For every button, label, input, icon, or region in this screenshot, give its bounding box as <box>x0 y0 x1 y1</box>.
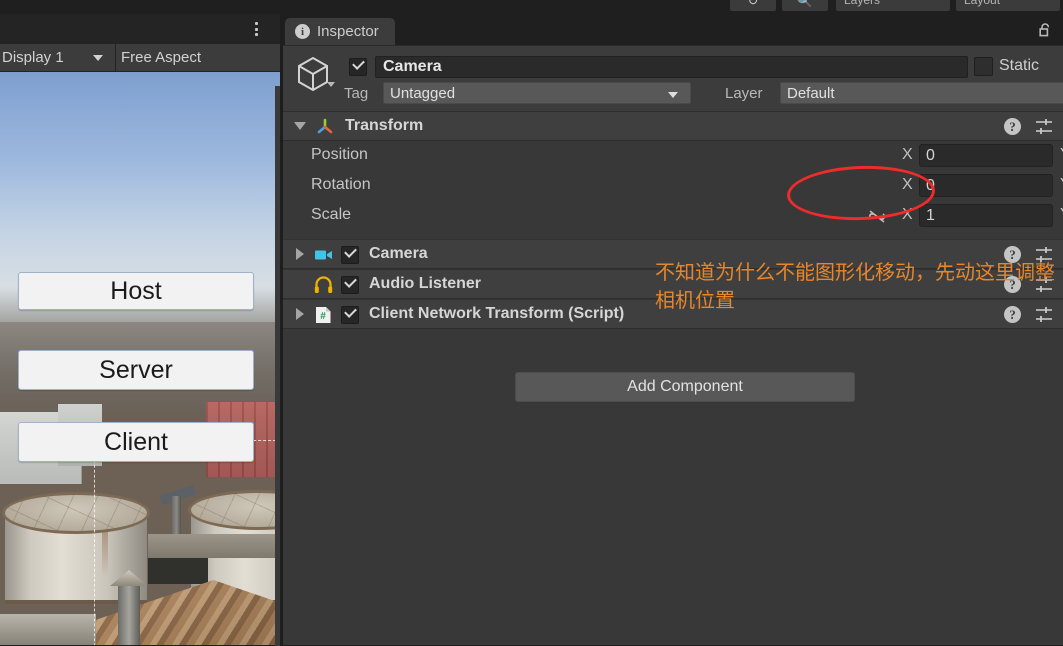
tab-inspector[interactable]: i Inspector <box>285 18 395 45</box>
preset-settings-icon[interactable] <box>1035 118 1053 135</box>
broken-link-icon[interactable] <box>867 209 887 224</box>
static-checkbox[interactable] <box>974 57 993 76</box>
gameobject-enabled-checkbox[interactable] <box>349 57 367 76</box>
host-button[interactable]: Host <box>18 272 254 310</box>
scene-storage-tank-1-top-grid <box>2 492 150 534</box>
layers-dropdown[interactable]: Layers <box>836 0 950 11</box>
svg-text:#: # <box>320 311 326 322</box>
top-toolbar: ↻ 🔍 Layers Layout <box>0 0 1063 14</box>
static-label: Static <box>999 57 1040 74</box>
scale-x-field[interactable]: 1 <box>919 204 1053 227</box>
help-icon[interactable]: ? <box>1004 246 1021 263</box>
aspect-ratio-dropdown[interactable]: Free Aspect <box>116 44 280 71</box>
position-x-field[interactable]: 0 <box>919 144 1053 167</box>
headphones-icon <box>314 276 333 293</box>
display-dropdown-label: Display 1 <box>2 49 64 66</box>
inspector-panel: i Inspector Camera Static Tag Untagged L… <box>283 14 1063 645</box>
preset-settings-icon[interactable] <box>1035 246 1053 263</box>
server-button[interactable]: Server <box>18 350 254 390</box>
tag-dropdown[interactable]: Untagged <box>383 82 691 104</box>
audio-listener-enabled-checkbox[interactable] <box>341 275 359 294</box>
inspector-body: Camera Static Tag Untagged Layer Default… <box>283 45 1063 645</box>
transform-row-scale: Scale X 1 Y 1 Z 1 <box>283 201 1063 231</box>
axis-x-label: X <box>902 176 913 193</box>
display-dropdown[interactable]: Display 1 <box>0 44 116 71</box>
gameobject-cube-icon <box>298 56 328 92</box>
add-component-button[interactable]: Add Component <box>515 372 855 402</box>
transform-row-rotation: Rotation X 0 Y 0 Z 0 <box>283 171 1063 201</box>
inspector-tab-label: Inspector <box>317 23 379 40</box>
transform-row-position: Position X 0 Y 2.35 Z 0 <box>283 141 1063 171</box>
kebab-menu-icon[interactable] <box>250 20 262 38</box>
component-row-camera[interactable]: Camera ? <box>283 239 1063 269</box>
game-view-render[interactable]: Host Server Client <box>0 72 280 645</box>
info-icon: i <box>295 24 310 39</box>
scene-shadow-gap <box>148 558 208 584</box>
chevron-down-icon <box>668 92 678 98</box>
layout-dropdown[interactable]: Layout <box>956 0 1060 11</box>
layer-label: Layer <box>725 85 763 102</box>
gameobject-header: Camera Static Tag Untagged Layer Default <box>283 46 1063 112</box>
video-camera-icon <box>315 250 332 260</box>
search-button[interactable]: 🔍 <box>782 0 828 11</box>
preset-settings-icon[interactable] <box>1035 306 1053 323</box>
transform-axis-gizmo-icon <box>317 118 333 134</box>
gameobject-icon-caret[interactable] <box>327 82 335 87</box>
tag-value: Untagged <box>390 85 456 102</box>
axis-x-label: X <box>902 146 913 163</box>
scene-platform <box>0 614 96 645</box>
transform-component: Transform ? Position X 0 Y 2.35 Z 0 <box>283 112 1063 231</box>
camera-component-label: Camera <box>369 245 428 262</box>
client-network-transform-enabled-checkbox[interactable] <box>341 305 359 324</box>
game-view-scrollbar[interactable] <box>275 86 280 646</box>
game-view-toolbar: Display 1 Free Aspect <box>0 44 280 72</box>
axis-x-label: X <box>902 206 913 223</box>
scene-chimney <box>118 580 140 645</box>
search-icon: 🔍 <box>796 0 814 8</box>
game-view-panel: Display 1 Free Aspect Host Server Client <box>0 14 280 646</box>
history-undo-icon: ↻ <box>747 0 759 8</box>
chevron-down-icon <box>93 55 103 61</box>
rotation-label: Rotation <box>311 176 371 193</box>
preset-settings-icon[interactable] <box>1035 276 1053 293</box>
csharp-script-icon: # <box>316 307 331 323</box>
help-icon[interactable]: ? <box>1004 306 1021 323</box>
layer-dropdown[interactable]: Default <box>780 82 1063 104</box>
rotation-x-field[interactable]: 0 <box>919 174 1053 197</box>
foldout-arrow-icon[interactable] <box>294 122 306 130</box>
camera-enabled-checkbox[interactable] <box>341 245 359 264</box>
gameobject-name-field[interactable]: Camera <box>375 56 968 78</box>
transform-component-header[interactable]: Transform ? <box>283 112 1063 141</box>
client-button[interactable]: Client <box>18 422 254 462</box>
client-network-transform-component-label: Client Network Transform (Script) <box>369 305 625 322</box>
scene-sky <box>0 72 280 362</box>
tag-label: Tag <box>344 85 369 102</box>
component-row-audio-listener[interactable]: Audio Listener ? <box>283 269 1063 299</box>
audio-listener-component-label: Audio Listener <box>369 275 482 292</box>
inspector-tabbar: i Inspector <box>283 14 1063 45</box>
transform-title: Transform <box>345 117 424 134</box>
foldout-arrow-icon[interactable] <box>296 308 304 320</box>
component-row-client-network-transform[interactable]: # Client Network Transform (Script) ? <box>283 299 1063 329</box>
scale-label: Scale <box>311 206 352 223</box>
undo-history-button[interactable]: ↻ <box>730 0 776 11</box>
padlock-unlocked-icon[interactable] <box>1039 22 1053 37</box>
game-view-tabbar <box>0 14 280 44</box>
scene-wall <box>148 534 278 558</box>
help-icon[interactable]: ? <box>1004 118 1021 135</box>
foldout-arrow-icon[interactable] <box>296 248 304 260</box>
position-label: Position <box>311 146 368 163</box>
help-icon[interactable]: ? <box>1004 276 1021 293</box>
